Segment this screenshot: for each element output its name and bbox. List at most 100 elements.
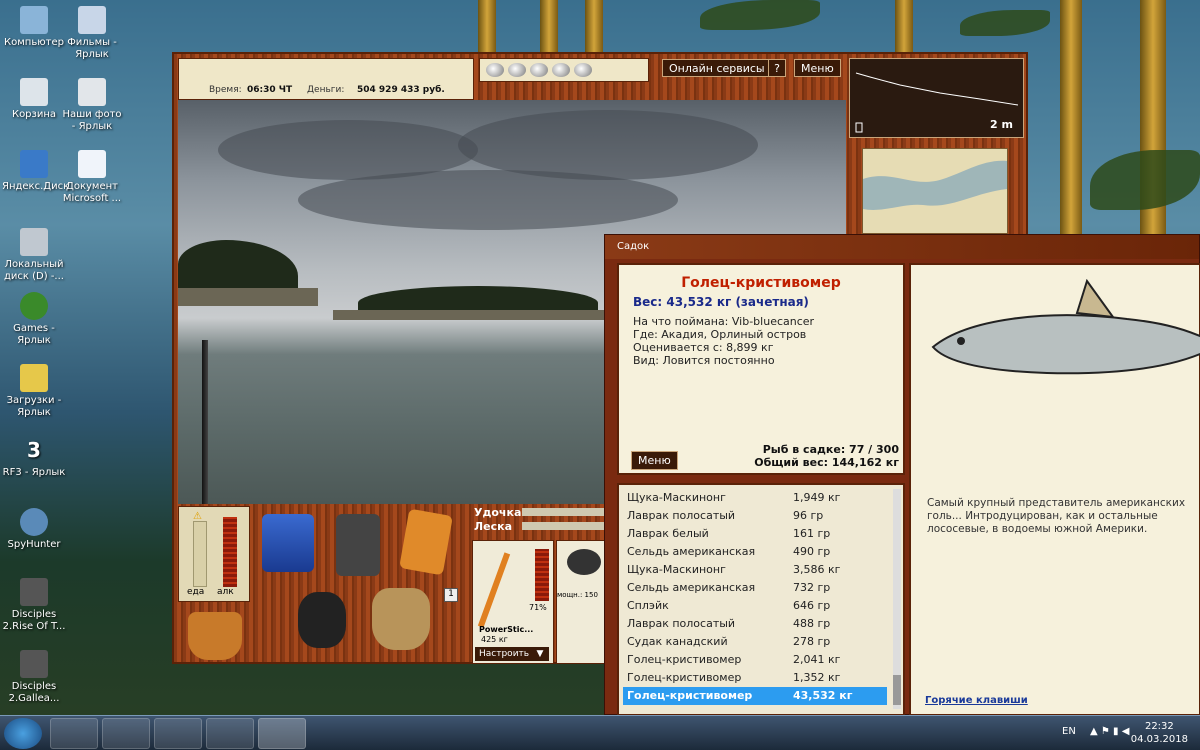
lure-icon[interactable] — [530, 63, 548, 77]
alcohol-meter — [223, 517, 237, 587]
language-indicator[interactable]: EN — [1062, 726, 1076, 737]
desktop-icons: Компьютер Фильмы - Ярлык Корзина Наши фо… — [0, 0, 130, 715]
money-label: Деньги: — [307, 85, 345, 95]
list-scrollbar[interactable] — [893, 489, 901, 709]
food-pot-icon[interactable] — [298, 592, 346, 648]
fish-picture-panel: Самый крупный представитель американских… — [909, 263, 1200, 716]
list-item[interactable]: Щука-Маскинонг 3,586 кг — [623, 561, 887, 579]
list-item[interactable]: Сплэйк 646 гр — [623, 597, 887, 615]
spyhunter-icon — [20, 508, 48, 536]
hotkeys-link[interactable]: Горячие клавиши — [925, 695, 1028, 706]
depth-value: 2 m — [990, 118, 1013, 131]
desktop-icon-word-doc[interactable]: Документ Microsoft ... — [60, 150, 124, 205]
desktop-icon-photos[interactable]: Наши фото - Ярлык — [60, 78, 124, 133]
list-item-selected[interactable]: Голец-кристивомер 43,532 кг — [623, 687, 887, 705]
computer-icon — [20, 6, 48, 34]
rod-tension-label: Удочка — [474, 506, 522, 519]
desktop-icon-computer[interactable]: Компьютер — [2, 6, 66, 49]
scrollbar-thumb[interactable] — [893, 675, 901, 705]
tray-icons[interactable]: ▲ ⚑ ▮ ◀ — [1090, 726, 1129, 737]
clock-app-taskbar-icon[interactable] — [206, 718, 254, 749]
line-tension-label: Леска — [474, 520, 513, 533]
keepnet-menu-button[interactable]: Меню — [631, 451, 678, 470]
desktop-icon-films[interactable]: Фильмы - Ярлык — [60, 6, 124, 61]
food-label: еда — [187, 587, 205, 597]
desktop-icon-disciples-rise[interactable]: Disciples 2.Rise Of T... — [2, 578, 66, 633]
start-button[interactable] — [4, 718, 42, 749]
lure-icon[interactable] — [486, 63, 504, 77]
keepnet-window: Садок Голец-кристивомер Вес: 43,532 кг (… — [604, 234, 1200, 716]
bamboo-stalk — [540, 0, 558, 60]
rod-slot[interactable]: 71% PowerStic... 425 кг Настроить ▼ — [472, 540, 554, 664]
caught-on: На что поймана: Vib-bluecancer — [633, 315, 815, 328]
online-services-button[interactable]: Онлайн сервисы — [662, 59, 772, 77]
clock[interactable]: 22:32 04.03.2018 — [1131, 720, 1188, 746]
map-icon — [863, 160, 1007, 210]
status-bar: Время: 06:30 ЧТ Деньги: 504 929 433 руб. — [178, 58, 474, 100]
desktop-icon-spyhunter[interactable]: SpyHunter — [2, 508, 66, 551]
desktop-icon-rf3[interactable]: 3 RF3 - Ярлык — [2, 436, 66, 479]
location-map[interactable] — [862, 148, 1008, 234]
disciples-icon — [20, 650, 48, 678]
desktop-icon-yandex-disk[interactable]: Яндекс.Диск — [2, 150, 69, 193]
notebook-icon[interactable] — [399, 508, 453, 576]
depth-chart: 2 m — [849, 58, 1024, 138]
rod-percent: 71% — [529, 603, 547, 612]
status-meters: ⚠ еда алк — [178, 506, 250, 602]
rod-weight: 425 кг — [481, 635, 508, 644]
word-document-icon — [78, 150, 106, 178]
leaf — [960, 10, 1050, 36]
list-item[interactable]: Сельдь американская 490 гр — [623, 543, 887, 561]
keepnet-bag-icon[interactable] — [372, 588, 430, 650]
desktop-icon-recycle-bin[interactable]: Корзина — [2, 78, 66, 121]
explorer-taskbar-icon[interactable] — [102, 718, 150, 749]
reel-slot[interactable]: мощн.: 150 — [556, 540, 606, 664]
games-icon — [20, 292, 48, 320]
recycle-bin-icon — [20, 78, 48, 106]
setup-button[interactable]: Настроить — [475, 647, 534, 661]
fish-type: Вид: Ловится постоянно — [633, 354, 775, 367]
tackle-box-icon[interactable] — [262, 514, 314, 572]
list-item[interactable]: Голец-кристивомер 2,041 кг — [623, 651, 887, 669]
desktop-icon-downloads[interactable]: Загрузки - Ярлык — [2, 364, 66, 419]
rod-wear-meter — [535, 549, 549, 601]
rf3-icon: 3 — [27, 438, 41, 462]
bamboo-stalk — [585, 0, 603, 60]
cloud — [298, 170, 678, 230]
list-item[interactable]: Лаврак полосатый 488 гр — [623, 615, 887, 633]
list-item[interactable]: Сельдь американская 732 гр — [623, 579, 887, 597]
leaf — [1090, 150, 1200, 210]
alcohol-label: алк — [217, 587, 234, 597]
lure-icon[interactable] — [508, 63, 526, 77]
bucket-icon[interactable] — [188, 612, 242, 660]
desktop-icon-disciples-gallean[interactable]: Disciples 2.Gallea... — [2, 650, 66, 705]
fish-name: Голец-кристивомер — [681, 275, 841, 291]
list-item[interactable]: Судак канадский 278 гр — [623, 633, 887, 651]
fish-info-panel: Голец-кристивомер Вес: 43,532 кг (зачетн… — [617, 263, 905, 475]
desktop-icon-local-disk[interactable]: Локальный диск (D) -... — [2, 228, 66, 283]
total-weight: Общий вес: 144,162 кг — [754, 456, 899, 469]
list-item[interactable]: Щука-Маскинонг 1,949 кг — [623, 489, 887, 507]
lure-slots — [479, 58, 649, 82]
fish-count: Рыб в садке: 77 / 300 — [762, 443, 899, 456]
list-item[interactable]: Лаврак белый 161 гр — [623, 525, 887, 543]
game-menu-button[interactable]: Меню — [794, 59, 841, 77]
lure-icon[interactable] — [574, 63, 592, 77]
rock — [178, 288, 318, 306]
rod-icon — [477, 552, 511, 628]
dropdown-arrow-icon[interactable]: ▼ — [531, 647, 549, 661]
rf3-taskbar-icon[interactable] — [258, 718, 306, 749]
fish-list: Щука-Маскинонг 1,949 кг Лаврак полосатый 9… — [617, 483, 905, 716]
help-button[interactable]: ? — [768, 59, 786, 77]
tension-bars: Удочка Леска — [472, 504, 852, 538]
lure-icon[interactable] — [552, 63, 570, 77]
app-taskbar-icon[interactable] — [154, 718, 202, 749]
chrome-taskbar-icon[interactable] — [50, 718, 98, 749]
list-item[interactable]: Лаврак полосатый 96 гр — [623, 507, 887, 525]
fish-illustration — [931, 279, 1200, 375]
desktop-icon-games[interactable]: Games - Ярлык — [2, 292, 66, 347]
backpack-icon[interactable] — [336, 514, 380, 576]
list-item[interactable]: Голец-кристивомер 1,352 кг — [623, 669, 887, 687]
fish-description: Самый крупный представитель американских… — [927, 497, 1186, 535]
food-meter — [193, 521, 207, 587]
